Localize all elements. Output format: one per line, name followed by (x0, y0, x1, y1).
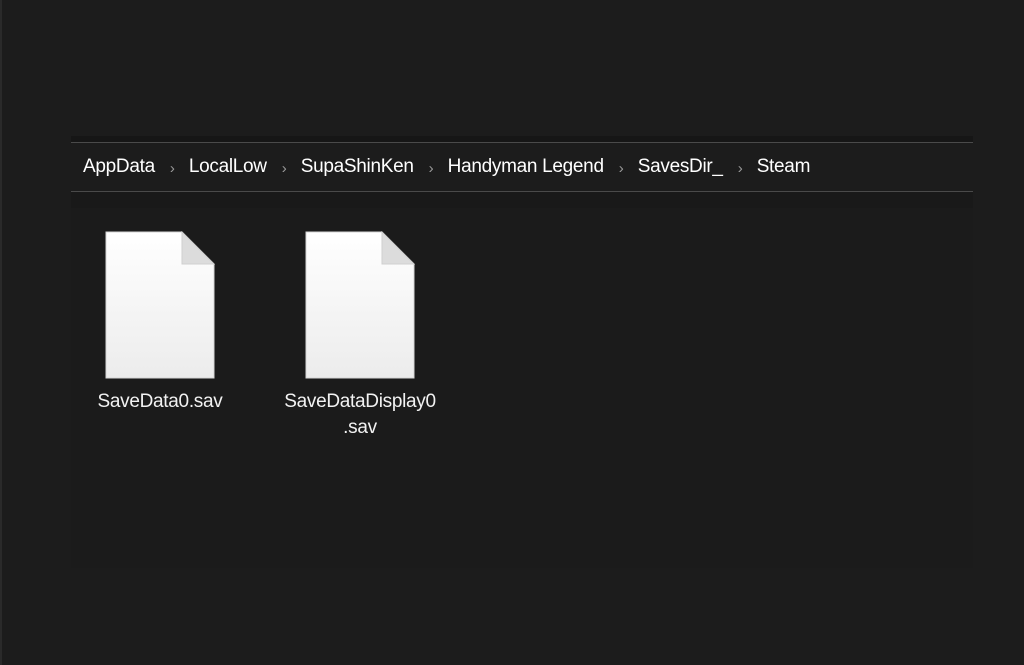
breadcrumb-savesdir[interactable]: SavesDir_ (638, 156, 723, 178)
breadcrumb-locallow[interactable]: LocalLow (189, 156, 267, 178)
file-name-line: SaveDataDisplay0 (284, 391, 436, 412)
file-name: SaveData0.sav (72, 389, 248, 415)
breadcrumb-appdata[interactable]: AppData (83, 156, 155, 178)
chevron-right-icon[interactable]: › (429, 160, 434, 177)
chevron-right-icon[interactable]: › (170, 160, 175, 177)
file-item-savedata0[interactable]: SaveData0.sav (72, 231, 248, 415)
file-name-line: SaveData0.sav (97, 391, 223, 412)
file-icon (305, 231, 415, 379)
breadcrumb-steam[interactable]: Steam (757, 156, 811, 178)
file-list-area[interactable]: SaveData0.sav SaveDataDisplay0 .sav (71, 208, 973, 568)
address-bar[interactable]: AppData › LocalLow › SupaShinKen › Handy… (71, 142, 973, 192)
window-edge (0, 0, 2, 665)
chevron-right-icon[interactable]: › (619, 160, 624, 177)
file-item-savedatadisplay0[interactable]: SaveDataDisplay0 .sav (272, 231, 448, 441)
file-name-line: .sav (343, 417, 377, 438)
chevron-right-icon[interactable]: › (738, 160, 743, 177)
file-name: SaveDataDisplay0 .sav (272, 389, 448, 441)
file-icon (105, 231, 215, 379)
breadcrumb-supashinken[interactable]: SupaShinKen (301, 156, 414, 178)
chevron-right-icon[interactable]: › (282, 160, 287, 177)
explorer-window: AppData › LocalLow › SupaShinKen › Handy… (71, 136, 973, 568)
breadcrumb-handyman-legend[interactable]: Handyman Legend (448, 156, 604, 178)
